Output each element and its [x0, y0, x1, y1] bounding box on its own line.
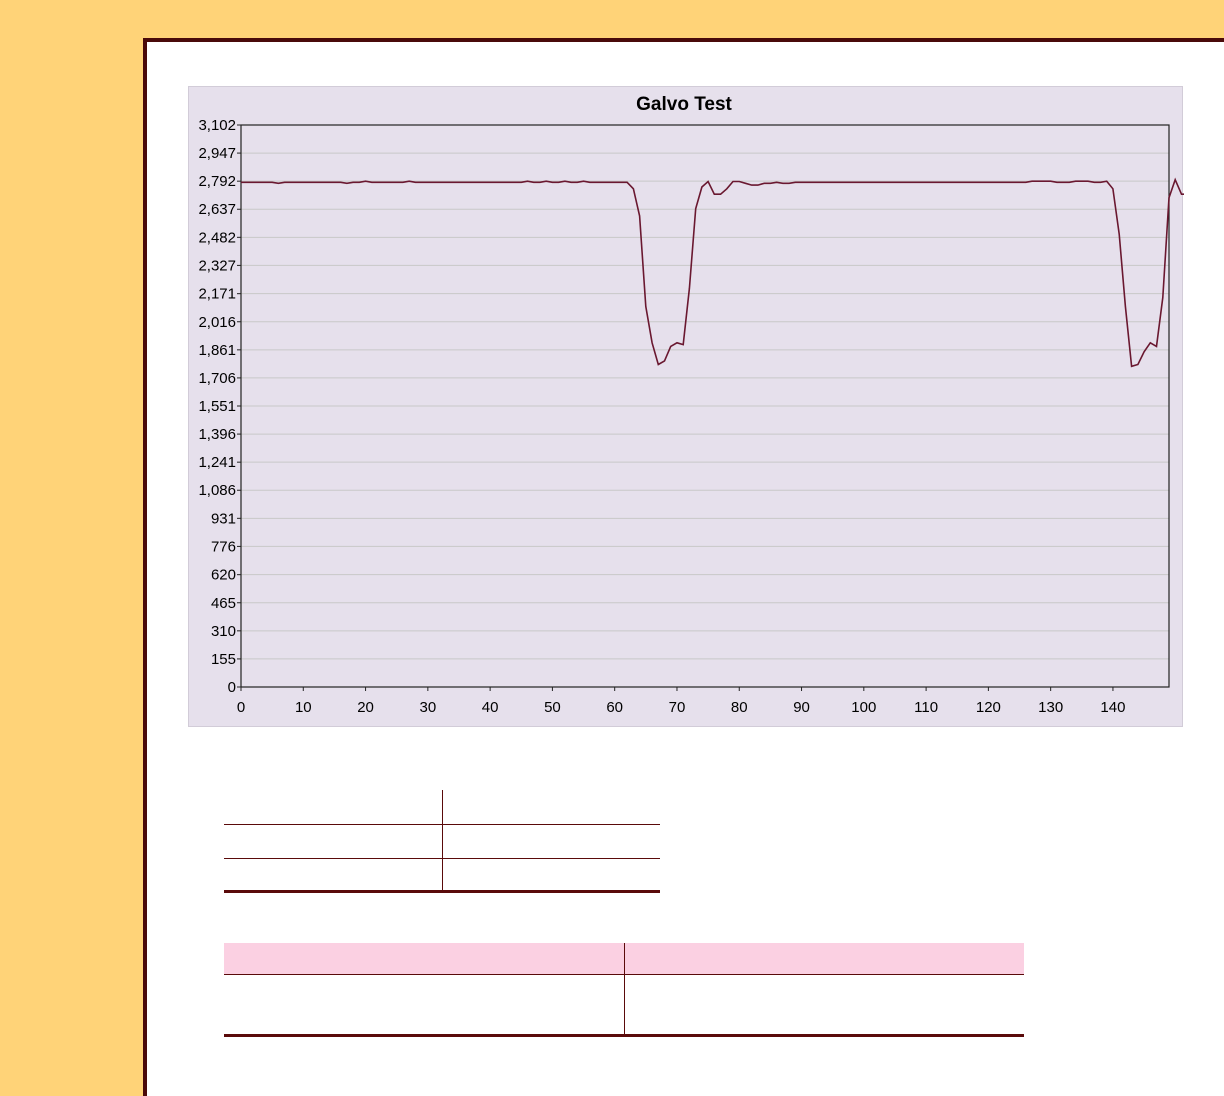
x-axis: 0 10 20 30 40 50 60 70 80 90 100 110 120 130 140 [237, 687, 1125, 716]
y-tick-label: 776 [211, 538, 236, 555]
y-tick-label: 1,241 [198, 454, 236, 471]
x-tick-label: 30 [420, 699, 437, 716]
y-tick-label: 2,947 [198, 145, 236, 162]
y-tick-label: 2,792 [198, 173, 236, 190]
table-column-divider [624, 943, 625, 1035]
x-tick-label: 0 [237, 699, 245, 716]
y-tick-label: 2,637 [198, 201, 236, 218]
y-tick-label: 155 [211, 651, 236, 668]
chart-title: Galvo Test [636, 94, 732, 115]
x-tick-label: 40 [482, 699, 499, 716]
galvo-test-chart: Galvo Test 0 155 310 465 620 776 931 1,086 1,241… [198, 94, 1184, 716]
empty-table-small [224, 790, 660, 894]
x-tick-label: 80 [731, 699, 748, 716]
y-axis: 0 155 310 465 620 776 931 1,086 1,241 1,396 1,551 1… [198, 117, 241, 696]
x-tick-label: 110 [914, 699, 938, 716]
y-tick-label: 2,327 [198, 257, 236, 274]
x-tick-label: 90 [793, 699, 810, 716]
y-tick-label: 3,102 [198, 117, 236, 134]
y-tick-label: 931 [211, 510, 236, 527]
x-tick-label: 100 [851, 699, 876, 716]
y-tick-label: 310 [211, 623, 236, 640]
grid-lines [241, 152, 1169, 660]
y-tick-label: 620 [211, 567, 236, 584]
empty-table-wide [224, 943, 1024, 1039]
y-tick-label: 2,016 [198, 314, 236, 331]
y-tick-label: 1,861 [198, 342, 236, 359]
x-tick-label: 140 [1100, 699, 1125, 716]
y-tick-label: 1,396 [198, 426, 236, 443]
chart-panel: Galvo Test 0 155 310 465 620 776 931 1,086 1,241… [188, 86, 1184, 727]
x-tick-label: 130 [1038, 699, 1063, 716]
x-tick-label: 10 [295, 699, 312, 716]
table-row-divider [224, 824, 660, 825]
x-tick-label: 60 [606, 699, 623, 716]
series-line [241, 177, 1184, 368]
y-tick-label: 465 [211, 595, 236, 612]
table-bottom-rule [224, 1034, 1024, 1037]
table-bottom-rule [224, 890, 660, 893]
x-tick-label: 50 [544, 699, 561, 716]
x-tick-label: 20 [357, 699, 374, 716]
table-column-divider [442, 790, 443, 892]
y-tick-label: 1,706 [198, 370, 236, 387]
y-tick-label: 2,482 [198, 229, 236, 246]
y-tick-label: 0 [228, 679, 236, 696]
y-tick-label: 1,086 [198, 482, 236, 499]
table-row-divider [224, 858, 660, 859]
y-tick-label: 2,171 [198, 286, 236, 303]
x-tick-label: 120 [976, 699, 1001, 716]
y-tick-label: 1,551 [198, 398, 236, 415]
x-tick-label: 70 [669, 699, 686, 716]
